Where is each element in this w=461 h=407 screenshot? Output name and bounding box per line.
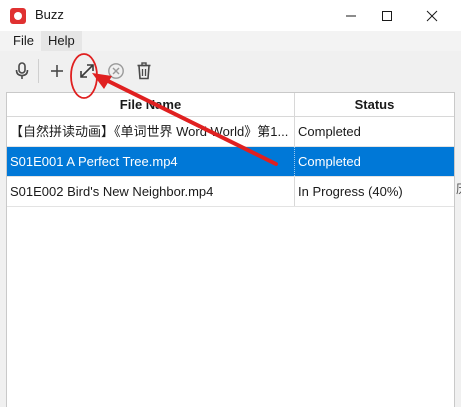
window-title: Buzz bbox=[35, 7, 64, 22]
status-cell: Completed bbox=[298, 154, 361, 169]
plus-icon bbox=[51, 65, 63, 77]
toolbar-separator bbox=[38, 59, 39, 83]
column-header-file-name[interactable]: File Name bbox=[7, 93, 295, 116]
title-bar: Buzz bbox=[0, 0, 461, 31]
file-name-cell: 【自然拼读动画】《单词世界 Word World》第1... bbox=[7, 117, 295, 146]
menu-bar: File Help bbox=[0, 31, 461, 51]
table-row-selected[interactable]: S01E001 A Perfect Tree.mp4 Completed bbox=[7, 147, 454, 177]
file-name-cell: S01E001 A Perfect Tree.mp4 bbox=[7, 147, 295, 176]
delete-button[interactable] bbox=[132, 59, 156, 83]
file-name-cell: S01E002 Bird's New Neighbor.mp4 bbox=[7, 177, 295, 206]
open-transcript-button[interactable] bbox=[75, 59, 99, 83]
app-window: Buzz File Help File Name Status 【自然拼读动画】… bbox=[0, 0, 461, 407]
toolbar bbox=[0, 51, 461, 92]
table-header: File Name Status bbox=[7, 93, 454, 117]
maximize-icon bbox=[382, 10, 392, 21]
trash-icon bbox=[137, 62, 151, 80]
minimize-icon bbox=[346, 15, 356, 16]
clipped-text: 历 bbox=[456, 180, 461, 197]
cancel-button[interactable] bbox=[104, 59, 128, 83]
maximize-button[interactable] bbox=[365, 0, 409, 31]
transcription-table: File Name Status 【自然拼读动画】《单词世界 Word Worl… bbox=[6, 92, 455, 407]
close-button[interactable] bbox=[410, 0, 454, 31]
cancel-circle-icon bbox=[108, 63, 124, 79]
status-cell: Completed bbox=[298, 124, 361, 139]
table-row[interactable]: S01E002 Bird's New Neighbor.mp4 In Progr… bbox=[7, 177, 454, 207]
table-row[interactable]: 【自然拼读动画】《单词世界 Word World》第1... Completed bbox=[7, 117, 454, 147]
close-icon bbox=[426, 10, 438, 21]
status-cell: In Progress (40%) bbox=[298, 184, 403, 199]
menu-help[interactable]: Help bbox=[40, 31, 82, 51]
record-button[interactable] bbox=[10, 59, 34, 83]
microphone-icon bbox=[15, 62, 29, 79]
expand-arrow-icon bbox=[80, 64, 94, 78]
menu-file[interactable]: File bbox=[6, 31, 41, 51]
column-header-status[interactable]: Status bbox=[295, 93, 454, 116]
import-button[interactable] bbox=[45, 59, 69, 83]
buzz-app-icon bbox=[10, 8, 26, 24]
